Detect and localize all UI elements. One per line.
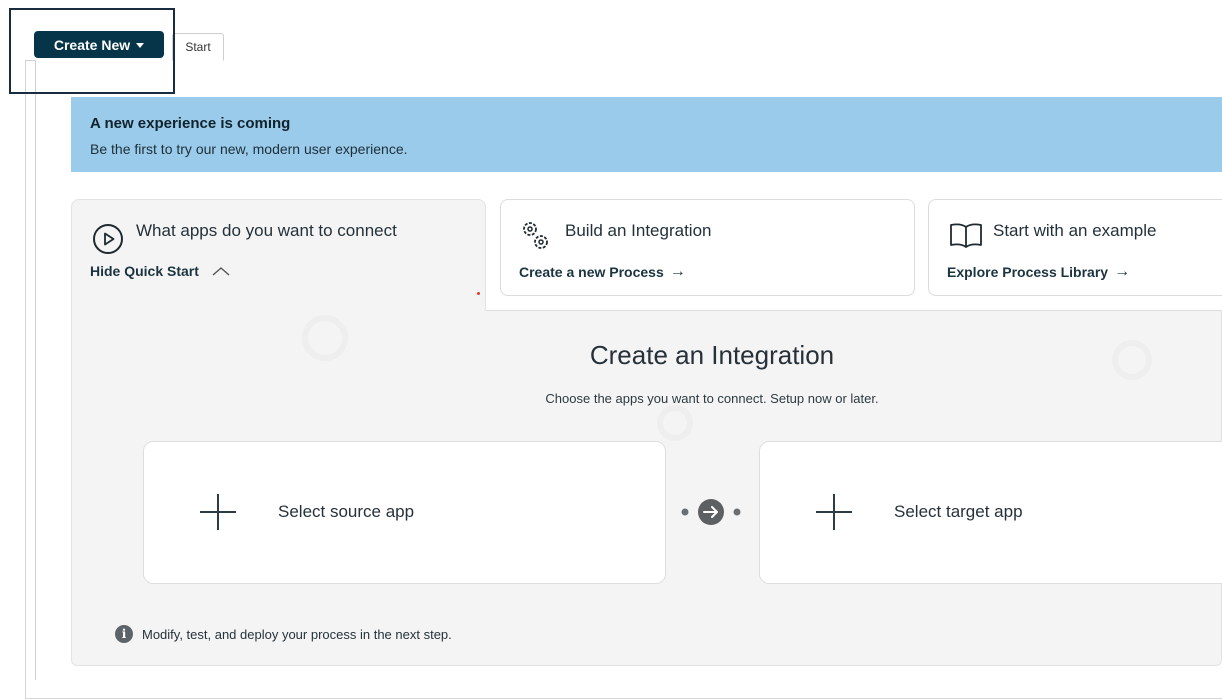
announcement-banner: A new experience is coming Be the first …	[71, 97, 1222, 172]
source-app-label: Select source app	[278, 502, 415, 521]
start-example-card[interactable]: Start with an example Explore Process Li…	[928, 199, 1222, 296]
divider	[486, 310, 1222, 311]
footer-note-text: Modify, test, and deploy your process in…	[142, 626, 452, 642]
connect-card-title: What apps do you want to connect	[136, 221, 397, 240]
caret-down-icon	[136, 43, 145, 48]
create-process-label: Create a new Process	[519, 264, 664, 280]
target-app-label: Select target app	[894, 502, 1023, 521]
arrow-right-icon: →	[1114, 263, 1131, 280]
explore-library-label: Explore Process Library	[947, 264, 1109, 280]
plus-icon	[200, 494, 236, 530]
create-new-button[interactable]: Create New	[34, 31, 164, 58]
chevron-up-icon	[212, 267, 230, 276]
tab-start[interactable]: Start	[172, 33, 224, 61]
arrow-right-icon: →	[669, 263, 686, 280]
play-circle-icon	[93, 224, 123, 254]
select-target-app-button[interactable]: Select target app	[759, 441, 1222, 584]
build-card-title: Build an Integration	[565, 221, 712, 240]
connector-arrow-icon	[681, 499, 741, 525]
plus-icon	[816, 494, 852, 530]
decorative-circle	[657, 405, 693, 441]
select-source-app-button[interactable]: Select source app	[143, 441, 666, 584]
build-integration-card[interactable]: Build an Integration Create a new Proces…	[500, 199, 915, 296]
gears-icon	[523, 222, 548, 249]
create-process-link[interactable]: Create a new Process →	[519, 263, 686, 281]
example-card-title: Start with an example	[993, 221, 1157, 240]
quick-start-connect-card[interactable]: What apps do you want to connect Hide Qu…	[71, 199, 486, 311]
footer-note: i Modify, test, and deploy your process …	[115, 625, 452, 643]
integration-subtitle: Choose the apps you want to connect. Set…	[545, 391, 879, 406]
info-icon: i	[115, 625, 133, 643]
tab-start-label: Start	[185, 40, 211, 54]
explore-library-link[interactable]: Explore Process Library →	[947, 263, 1130, 281]
hide-quick-start-label: Hide Quick Start	[90, 263, 199, 279]
integration-heading: Create an Integration	[589, 340, 835, 370]
status-dot	[477, 292, 480, 295]
book-icon	[950, 223, 982, 248]
banner-title: A new experience is coming	[90, 115, 291, 132]
hide-quick-start-toggle[interactable]: Hide Quick Start	[90, 263, 231, 279]
create-new-label: Create New	[53, 36, 131, 53]
banner-text: Be the first to try our new, modern user…	[90, 141, 408, 157]
